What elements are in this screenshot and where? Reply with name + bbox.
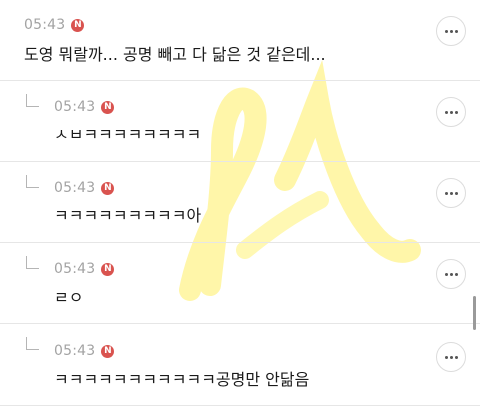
reply-arrow-icon <box>26 175 39 188</box>
new-badge: N <box>101 181 115 195</box>
comment-meta: 05:43 N <box>54 343 115 359</box>
reply-item: 05:43 N ㄹㅇ <box>0 243 480 323</box>
scrollbar-thumb[interactable] <box>473 296 476 330</box>
new-badge: N <box>101 262 115 276</box>
comment-time: 05:43 <box>54 99 96 115</box>
comment-text: ㅋㅋㅋㅋㅋㅋㅋㅋㅋ아 <box>54 206 202 225</box>
more-options-button[interactable] <box>436 97 466 127</box>
comment-text: ㄹㅇ <box>54 288 84 307</box>
more-options-button[interactable] <box>436 259 466 289</box>
comment-text: ㅅㅂㅋㅋㅋㅋㅋㅋㅋㅋ <box>54 125 202 144</box>
comment-meta: 05:43 N <box>54 99 115 115</box>
reply-item: 05:43 N ㅋㅋㅋㅋㅋㅋㅋㅋㅋㅋㅋ공명만 안닮음 <box>0 324 480 408</box>
reply-item: 05:43 N ㅋㅋㅋㅋㅋㅋㅋㅋㅋ아 <box>0 162 480 242</box>
more-icon <box>444 29 448 33</box>
comment-thread: 05:43 N 도영 뭐랄까... 공명 빼고 다 닮은 것 같은데... 05… <box>0 0 480 408</box>
new-badge: N <box>101 100 115 114</box>
new-badge: N <box>71 18 85 32</box>
more-options-button[interactable] <box>436 342 466 372</box>
comment-item: 05:43 N 도영 뭐랄까... 공명 빼고 다 닮은 것 같은데... <box>0 0 480 80</box>
comment-time: 05:43 <box>24 17 66 33</box>
comment-time: 05:43 <box>54 261 96 277</box>
more-icon <box>444 355 448 359</box>
more-icon <box>444 110 448 114</box>
comment-meta: 05:43 N <box>54 180 115 196</box>
divider <box>0 405 480 406</box>
reply-arrow-icon <box>26 337 39 350</box>
reply-arrow-icon <box>26 94 39 107</box>
reply-item: 05:43 N ㅅㅂㅋㅋㅋㅋㅋㅋㅋㅋ <box>0 81 480 161</box>
more-icon <box>444 191 448 195</box>
comment-meta: 05:43 N <box>54 261 115 277</box>
more-options-button[interactable] <box>436 178 466 208</box>
comment-meta: 05:43 N <box>24 17 85 33</box>
reply-arrow-icon <box>26 256 39 269</box>
more-options-button[interactable] <box>436 16 466 46</box>
new-badge: N <box>101 344 115 358</box>
comment-text: ㅋㅋㅋㅋㅋㅋㅋㅋㅋㅋㅋ공명만 안닮음 <box>54 370 310 389</box>
comment-time: 05:43 <box>54 343 96 359</box>
more-icon <box>444 272 448 276</box>
comment-text: 도영 뭐랄까... 공명 빼고 다 닮은 것 같은데... <box>24 45 326 64</box>
comment-time: 05:43 <box>54 180 96 196</box>
